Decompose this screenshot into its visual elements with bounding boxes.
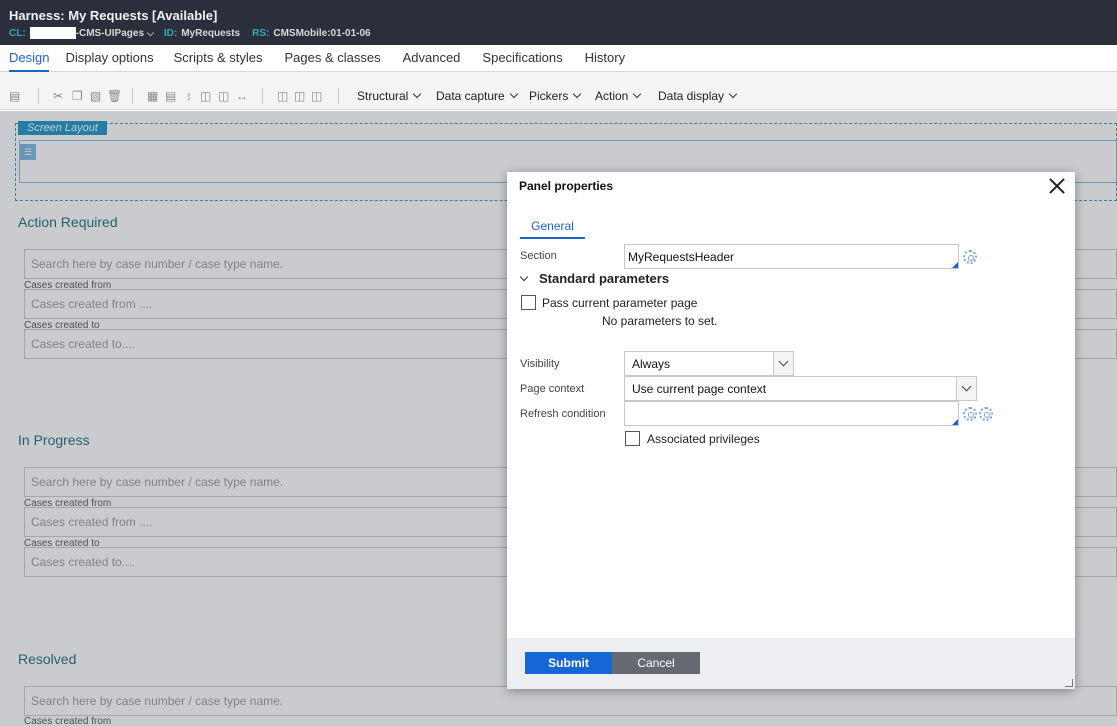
structural-menu[interactable]: Structural	[357, 89, 422, 103]
toolbar-divider	[132, 88, 133, 104]
tab-scripts-styles[interactable]: Scripts & styles	[174, 45, 263, 72]
move-row-icon[interactable]: ↕	[186, 89, 192, 103]
condition-builder-icon[interactable]	[979, 407, 993, 421]
paste-icon[interactable]: ▧	[90, 89, 101, 103]
page-context-select[interactable]: Use current page context	[624, 376, 977, 401]
close-icon[interactable]	[1047, 176, 1067, 196]
gear-icon[interactable]	[963, 407, 977, 421]
cut-icon[interactable]: ✂	[53, 89, 63, 103]
panel-properties-dialog: Panel properties General Section MyReque…	[507, 172, 1075, 689]
cl-value[interactable]: -CMS-UIPages	[76, 28, 144, 39]
app-header: Harness: My Requests [Available] CL: -CM…	[0, 0, 1117, 45]
insert-row-above-icon[interactable]: ▦	[147, 89, 158, 103]
page-context-value: Use current page context	[632, 382, 767, 396]
chevron-down-icon	[509, 89, 518, 99]
refresh-condition-label: Refresh condition	[520, 408, 606, 420]
no-params-note: No parameters to set.	[602, 314, 718, 328]
chevron-down-icon[interactable]: ⌵	[147, 28, 154, 39]
header-meta: CL: -CMS-UIPages ⌵ ID: MyRequests RS: CM…	[9, 27, 383, 39]
cl-key: CL:	[9, 27, 26, 39]
tab-specifications[interactable]: Specifications	[482, 45, 562, 72]
autocomplete-corner-icon	[952, 419, 958, 425]
refresh-condition-field[interactable]	[624, 401, 959, 426]
chevron-down-icon	[573, 89, 582, 99]
tab-pages-classes[interactable]: Pages & classes	[284, 45, 380, 72]
rs-value: CMSMobile:01-01-06	[273, 27, 371, 39]
visibility-value: Always	[632, 357, 671, 371]
split-column-icon[interactable]: ↔	[236, 89, 248, 103]
autocomplete-corner-icon	[952, 262, 958, 268]
dialog-footer: Submit Cancel	[507, 638, 1075, 689]
save-layout-icon[interactable]: ▤	[9, 89, 20, 103]
section-field[interactable]: MyRequestsHeader	[624, 244, 959, 269]
columns-icon[interactable]: ◫	[311, 89, 322, 103]
insert-row-below-icon[interactable]: ▤	[165, 89, 176, 103]
visibility-label: Visibility	[520, 358, 560, 370]
associated-privileges-label: Associated privileges	[647, 432, 760, 446]
id-value: MyRequests	[181, 27, 241, 39]
merge-right-icon[interactable]: ◫	[277, 89, 288, 103]
standard-parameters-toggle[interactable]: Standard parameters	[519, 271, 669, 286]
chevron-down-icon	[633, 89, 642, 99]
tab-advanced[interactable]: Advanced	[403, 45, 461, 72]
data-display-menu[interactable]: Data display	[658, 89, 738, 103]
section-label: Section	[520, 250, 557, 262]
tab-general[interactable]: General	[520, 217, 585, 239]
design-toolbar: ▤ ✂ ❐ ▧ 🗑 ▦ ▤ ↕ ◫ ◫ ↔ ◫ ◫ ◫ Structural D…	[0, 72, 1117, 110]
insert-column-right-icon[interactable]: ◫	[218, 89, 229, 103]
resize-handle-icon[interactable]	[1065, 679, 1073, 687]
tab-display-options[interactable]: Display options	[65, 45, 153, 72]
page-context-label: Page context	[520, 383, 585, 395]
pass-param-checkbox[interactable]	[521, 295, 536, 310]
id-key: ID:	[163, 27, 178, 39]
harness-title: Harness: My Requests [Available]	[9, 8, 218, 23]
section-value: MyRequestsHeader	[628, 250, 735, 264]
chevron-down-icon	[956, 377, 976, 400]
gear-icon[interactable]	[963, 250, 977, 264]
redacted-block	[29, 27, 76, 39]
chevron-down-icon	[519, 272, 529, 282]
insert-column-left-icon[interactable]: ◫	[200, 89, 211, 103]
dialog-title: Panel properties	[519, 179, 614, 193]
rule-tabs: Design Display options Scripts & styles …	[0, 45, 1117, 72]
toolbar-divider	[38, 88, 39, 104]
visibility-select[interactable]: Always	[624, 351, 794, 376]
delete-icon[interactable]: 🗑	[107, 89, 122, 103]
tab-design[interactable]: Design	[9, 45, 50, 72]
action-menu[interactable]: Action	[595, 89, 642, 103]
merge-down-icon[interactable]: ◫	[294, 89, 305, 103]
chevron-down-icon	[773, 352, 793, 375]
toolbar-divider	[262, 88, 263, 104]
submit-button[interactable]: Submit	[525, 652, 612, 674]
cancel-button[interactable]: Cancel	[612, 652, 700, 674]
chevron-down-icon	[728, 89, 738, 99]
data-capture-menu[interactable]: Data capture	[436, 89, 518, 103]
pickers-menu[interactable]: Pickers	[529, 89, 582, 103]
copy-icon[interactable]: ❐	[72, 89, 83, 103]
toolbar-divider	[338, 88, 339, 104]
associated-privileges-checkbox[interactable]	[625, 431, 640, 446]
tab-history[interactable]: History	[585, 45, 625, 72]
rs-key: RS:	[252, 27, 270, 39]
chevron-down-icon	[413, 89, 422, 99]
pass-param-label: Pass current parameter page	[542, 296, 698, 310]
